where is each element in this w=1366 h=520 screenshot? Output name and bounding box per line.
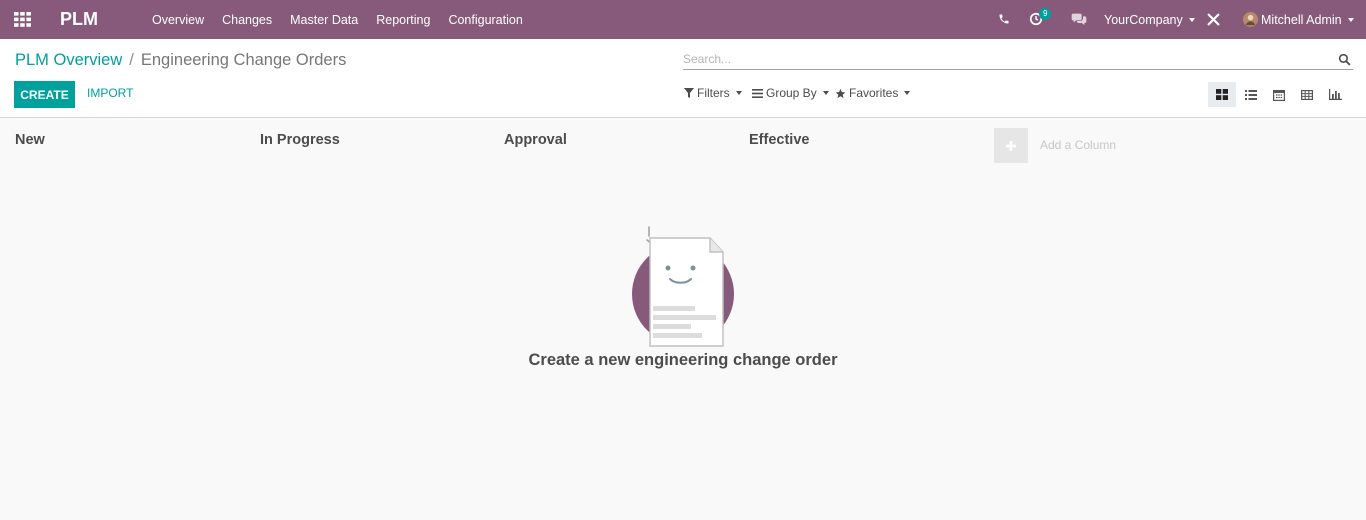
create-button[interactable]: CREATE xyxy=(14,81,75,108)
list-view-icon xyxy=(1245,89,1257,100)
avatar xyxy=(1243,12,1258,27)
empty-state-message: Create a new engineering change order xyxy=(528,351,838,369)
breadcrumb-separator: / xyxy=(129,51,134,69)
bar-chart-icon xyxy=(1328,89,1342,100)
graph-view-button[interactable] xyxy=(1321,82,1349,107)
user-menu[interactable]: Mitchell Admin xyxy=(1243,0,1354,39)
breadcrumb-current: Engineering Change Orders xyxy=(140,51,347,69)
kanban-board: New In Progress Approval Effective Add a… xyxy=(0,118,1366,520)
chevron-down-icon xyxy=(1188,17,1195,22)
breadcrumb: PLM Overview / Engineering Change Orders xyxy=(15,51,346,70)
empty-document-illustration xyxy=(632,226,734,347)
chat-icon[interactable] xyxy=(1071,12,1087,26)
menu-reporting[interactable]: Reporting xyxy=(376,13,430,27)
kanban-view-button[interactable] xyxy=(1208,82,1236,107)
app-brand[interactable]: PLM xyxy=(60,9,98,30)
kanban-view-icon xyxy=(1216,89,1228,100)
filter-icon xyxy=(684,88,694,98)
breadcrumb-parent[interactable]: PLM Overview xyxy=(15,51,122,69)
group-by-label: Group By xyxy=(766,86,817,100)
control-panel: PLM Overview / Engineering Change Orders C… xyxy=(0,39,1366,118)
filters-label: Filters xyxy=(697,86,730,100)
calendar-view-button[interactable] xyxy=(1265,82,1293,107)
group-by-icon xyxy=(752,88,763,98)
calendar-icon xyxy=(1273,89,1285,101)
add-column-label[interactable]: Add a Column xyxy=(1040,138,1116,152)
chevron-down-icon xyxy=(822,91,829,95)
list-view-button[interactable] xyxy=(1237,82,1265,107)
favorites-dropdown[interactable]: Favorites xyxy=(835,86,911,100)
debug-tools-icon[interactable] xyxy=(1207,13,1220,26)
activity-count-badge: 9 xyxy=(1039,8,1052,20)
import-button[interactable]: IMPORT xyxy=(87,86,133,100)
top-navbar: PLM Overview Changes Master Data Reporti… xyxy=(0,0,1366,39)
group-by-dropdown[interactable]: Group By xyxy=(752,86,829,100)
favorites-label: Favorites xyxy=(849,86,899,100)
search-icon[interactable] xyxy=(1338,53,1351,66)
menu-changes[interactable]: Changes xyxy=(222,13,272,27)
plus-icon xyxy=(1006,140,1016,151)
user-name: Mitchell Admin xyxy=(1261,12,1342,27)
column-title-effective[interactable]: Effective xyxy=(749,132,809,148)
search-input[interactable] xyxy=(683,48,1353,70)
column-title-new[interactable]: New xyxy=(15,132,45,148)
company-switcher[interactable]: YourCompany xyxy=(1104,0,1195,39)
phone-icon[interactable] xyxy=(998,13,1010,25)
company-name: YourCompany xyxy=(1104,12,1183,27)
star-icon xyxy=(835,88,846,98)
add-column-button[interactable] xyxy=(994,128,1028,163)
chevron-down-icon xyxy=(1347,17,1354,22)
chevron-down-icon xyxy=(735,91,742,95)
menu-overview[interactable]: Overview xyxy=(152,13,204,27)
column-title-in-progress[interactable]: In Progress xyxy=(260,132,340,148)
main-menu: Overview Changes Master Data Reporting C… xyxy=(152,0,541,39)
column-title-approval[interactable]: Approval xyxy=(504,132,567,148)
menu-configuration[interactable]: Configuration xyxy=(448,13,522,27)
pivot-view-button[interactable] xyxy=(1293,82,1321,107)
filters-dropdown[interactable]: Filters xyxy=(684,86,742,100)
table-grid-icon xyxy=(1301,89,1313,100)
menu-master-data[interactable]: Master Data xyxy=(290,13,358,27)
chevron-down-icon xyxy=(904,91,911,95)
apps-grid-icon[interactable] xyxy=(14,12,31,27)
